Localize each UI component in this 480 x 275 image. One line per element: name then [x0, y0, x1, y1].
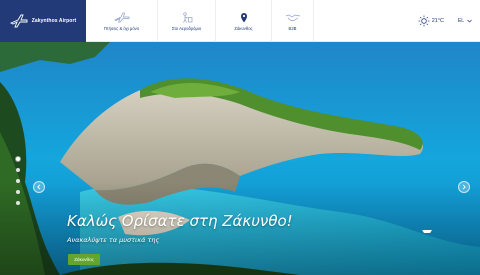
site-logo[interactable]: Zakynthos Airport [0, 0, 86, 42]
logo-text: Zakynthos Airport [31, 18, 77, 24]
nav-label-flights: Πτήσεις & όχι μόνο [103, 25, 140, 31]
main-nav: Πτήσεις & όχι μόνο Στο Αεροδρόμιο Ζάκυνθ… [86, 0, 314, 42]
chevron-right-icon [462, 184, 466, 190]
slider-dot[interactable] [16, 190, 20, 194]
temperature: 21°C [431, 18, 444, 24]
hero-cta-button[interactable]: Ζάκυνθος [68, 254, 100, 265]
slider-dot[interactable] [16, 201, 20, 205]
nav-label-zakynthos: Ζάκυνθος [234, 25, 253, 31]
slider-dot[interactable] [16, 179, 20, 183]
hero-subline: Ανακαλύψτε τα μυστικά της [67, 236, 160, 244]
site-header: Zakynthos Airport Πτήσεις & όχι μόνο Στο… [0, 0, 480, 42]
chevron-left-icon [37, 184, 41, 190]
nav-item-flights[interactable]: Πτήσεις & όχι μόνο [86, 0, 158, 42]
nav-item-b2b[interactable]: B2B [272, 0, 314, 42]
slider-next-button[interactable] [458, 181, 470, 193]
nav-item-zakynthos[interactable]: Ζάκυνθος [216, 0, 272, 42]
sun-icon [418, 15, 430, 27]
weather-widget: 21°C [418, 0, 444, 42]
nav-label-b2b: B2B [288, 25, 297, 31]
slider-dot[interactable] [16, 168, 20, 172]
person-luggage-icon [182, 11, 192, 23]
plane-icon [113, 12, 129, 22]
slider-dot[interactable] [16, 157, 20, 161]
logo-plane-icon [9, 14, 28, 28]
handshake-icon [285, 14, 300, 21]
map-pin-icon [240, 12, 247, 22]
nav-label-airport: Στο Αεροδρόμιο [171, 25, 202, 31]
hero-headline: Καλώς Ορίσατε στη Ζάκυνθο! [67, 212, 293, 230]
nav-item-airport[interactable]: Στο Αεροδρόμιο [158, 0, 216, 42]
slider-dots [16, 157, 20, 205]
language-label: EL [457, 18, 464, 24]
language-selector[interactable]: EL [458, 0, 472, 42]
chevron-down-icon [467, 19, 472, 23]
slider-prev-button[interactable] [33, 181, 45, 193]
